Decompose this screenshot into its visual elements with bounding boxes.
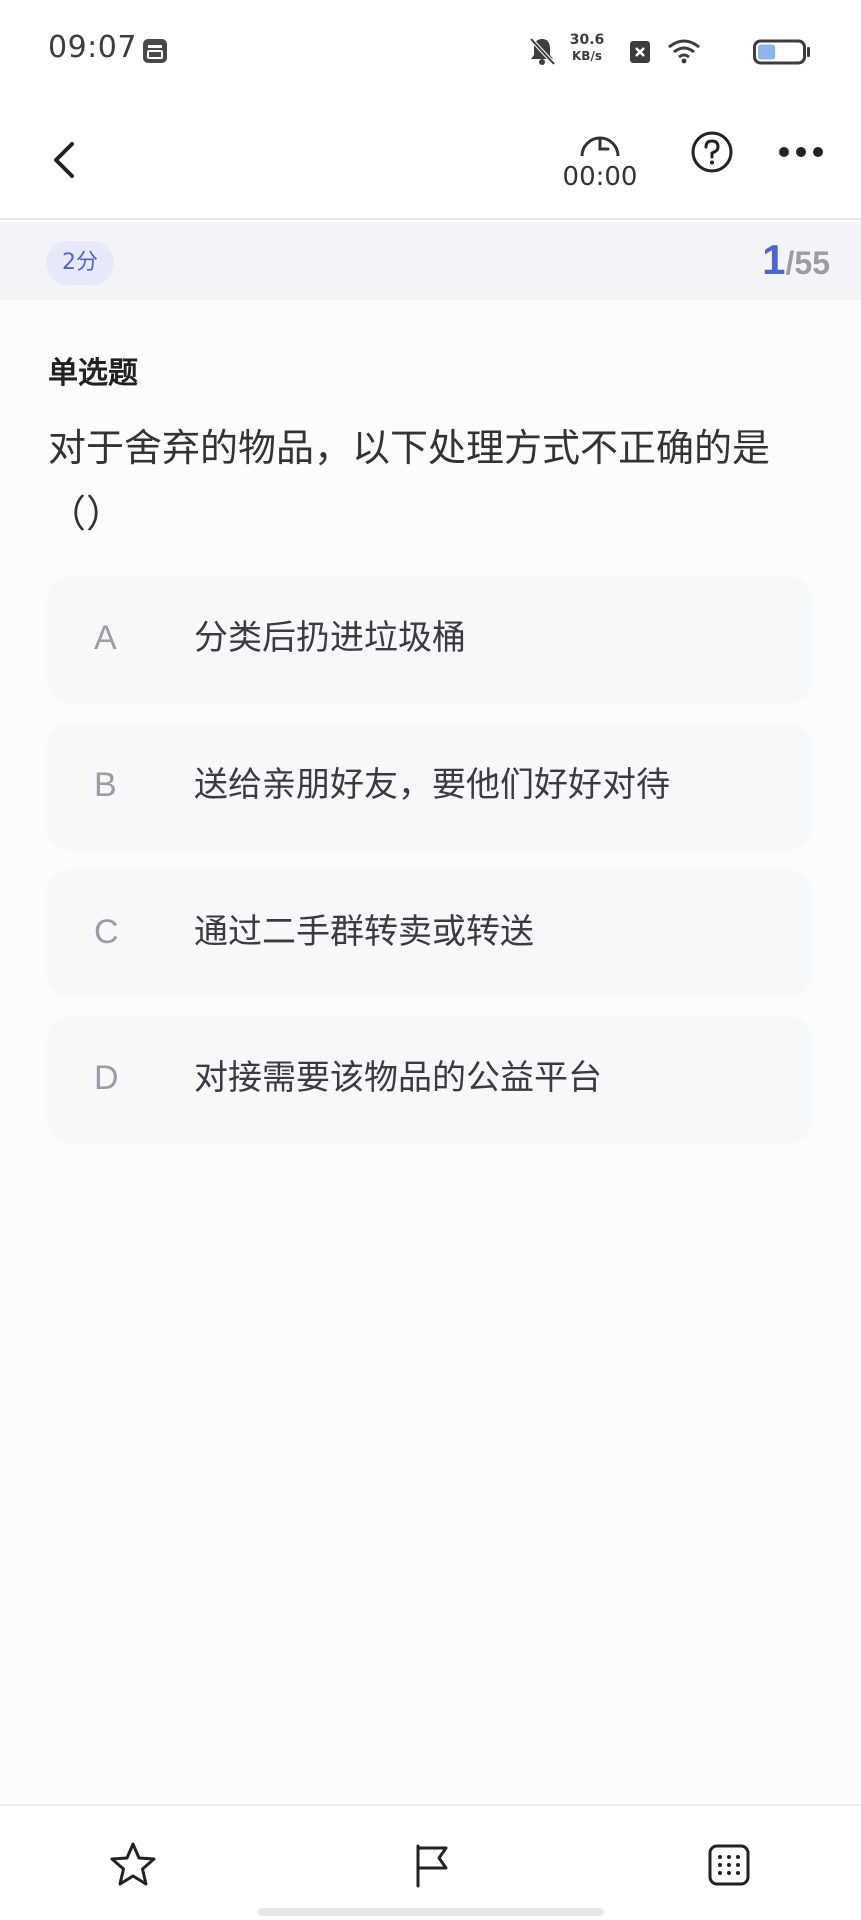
back-arrow-icon[interactable] [44,130,84,190]
mute-bell-icon [529,37,556,66]
battery-icon [753,39,810,65]
bottom-toolbar [0,1804,861,1920]
question-progress: 1/55 [762,236,830,284]
timer-button[interactable]: 00:00 [558,128,642,198]
option-d[interactable]: D 对接需要该物品的公益平台 [48,1016,810,1140]
option-letter: B [94,766,117,804]
score-bar: 2分 1/55 [0,222,861,300]
option-text: 对接需要该物品的公益平台 [194,1058,602,1098]
progress-total: /55 [785,245,830,281]
option-c[interactable]: C 通过二手群转卖或转送 [48,870,810,994]
app-notification-icon [143,39,167,63]
network-speed-value: 30.6 [569,32,605,48]
option-text: 送给亲朋好友，要他们好好对待 [194,765,670,805]
option-letter: D [94,1059,119,1097]
question-type: 单选题 [48,356,138,391]
top-nav: 00:00 [0,100,861,220]
status-icons: 30.6 KB/s [511,30,811,72]
answer-sheet-icon[interactable] [704,1840,754,1890]
option-text: 通过二手群转卖或转送 [194,912,534,952]
option-letter: A [94,619,117,657]
help-icon[interactable] [690,130,734,174]
question-text: 对于舍弃的物品，以下处理方式不正确的是（） [48,426,771,536]
timer-icon [580,136,620,157]
battery-level [758,44,776,60]
sim-off-icon [630,41,650,63]
option-b[interactable]: B 送给亲朋好友，要他们好好对待 [48,723,810,847]
network-speed-unit: KB/s [572,49,602,63]
wifi-icon [668,39,700,64]
star-icon[interactable] [108,1840,158,1890]
network-speed: 30.6 KB/s [563,32,611,64]
score-badge: 2分 [46,241,114,285]
status-time: 09:07 [48,30,137,65]
status-bar: 09:07 30.6 KB/s [0,0,861,100]
timer-text: 00:00 [562,162,638,192]
option-a[interactable]: A 分类后扔进垃圾桶 [48,576,810,700]
quiz-page: 09:07 30.6 KB/s 00:00 2分 1/55 单选题 对于舍弃的物… [0,0,861,1920]
flag-icon[interactable] [406,1840,456,1890]
home-indicator[interactable] [258,1908,604,1916]
option-letter: C [94,913,119,951]
progress-current: 1 [762,236,786,283]
more-icon[interactable] [776,140,826,164]
option-text: 分类后扔进垃圾桶 [194,618,466,658]
